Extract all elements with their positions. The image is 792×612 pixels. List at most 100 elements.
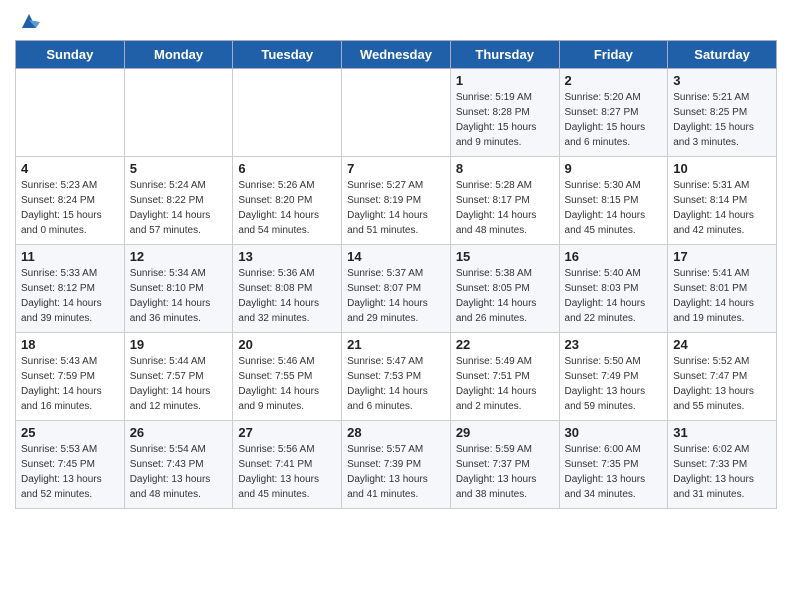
day-info: Sunrise: 5:36 AM Sunset: 8:08 PM Dayligh…: [238, 266, 336, 326]
day-info: Sunrise: 5:19 AM Sunset: 8:28 PM Dayligh…: [456, 90, 554, 150]
day-number: 20: [238, 337, 336, 352]
day-info: Sunrise: 5:59 AM Sunset: 7:37 PM Dayligh…: [456, 442, 554, 502]
day-info: Sunrise: 5:38 AM Sunset: 8:05 PM Dayligh…: [456, 266, 554, 326]
day-number: 29: [456, 425, 554, 440]
logo: [15, 10, 40, 32]
calendar-cell: [233, 69, 342, 157]
day-number: 4: [21, 161, 119, 176]
day-info: Sunrise: 5:31 AM Sunset: 8:14 PM Dayligh…: [673, 178, 771, 238]
calendar-cell: 1 Sunrise: 5:19 AM Sunset: 8:28 PM Daylig…: [450, 69, 559, 157]
calendar-week-row: 11 Sunrise: 5:33 AM Sunset: 8:12 PM Dayli…: [16, 245, 777, 333]
day-number: 16: [565, 249, 663, 264]
calendar-header-saturday: Saturday: [668, 41, 777, 69]
calendar-header-friday: Friday: [559, 41, 668, 69]
day-number: 23: [565, 337, 663, 352]
day-number: 28: [347, 425, 445, 440]
calendar-cell: 5 Sunrise: 5:24 AM Sunset: 8:22 PM Daylig…: [124, 157, 233, 245]
calendar-cell: 25Sunrise: 5:53 AM Sunset: 7:45 PM Dayli…: [16, 421, 125, 509]
day-info: Sunrise: 5:20 AM Sunset: 8:27 PM Dayligh…: [565, 90, 663, 150]
day-info: Sunrise: 5:40 AM Sunset: 8:03 PM Dayligh…: [565, 266, 663, 326]
day-info: Sunrise: 5:28 AM Sunset: 8:17 PM Dayligh…: [456, 178, 554, 238]
calendar-week-row: 25Sunrise: 5:53 AM Sunset: 7:45 PM Dayli…: [16, 421, 777, 509]
day-number: 11: [21, 249, 119, 264]
day-number: 26: [130, 425, 228, 440]
day-info: Sunrise: 5:30 AM Sunset: 8:15 PM Dayligh…: [565, 178, 663, 238]
calendar-table: SundayMondayTuesdayWednesdayThursdayFrid…: [15, 40, 777, 509]
day-number: 25: [21, 425, 119, 440]
calendar-header-row: SundayMondayTuesdayWednesdayThursdayFrid…: [16, 41, 777, 69]
day-number: 10: [673, 161, 771, 176]
day-info: Sunrise: 5:23 AM Sunset: 8:24 PM Dayligh…: [21, 178, 119, 238]
day-info: Sunrise: 5:33 AM Sunset: 8:12 PM Dayligh…: [21, 266, 119, 326]
calendar-cell: 17Sunrise: 5:41 AM Sunset: 8:01 PM Dayli…: [668, 245, 777, 333]
day-number: 17: [673, 249, 771, 264]
calendar-cell: 23Sunrise: 5:50 AM Sunset: 7:49 PM Dayli…: [559, 333, 668, 421]
day-info: Sunrise: 5:44 AM Sunset: 7:57 PM Dayligh…: [130, 354, 228, 414]
calendar-week-row: 1 Sunrise: 5:19 AM Sunset: 8:28 PM Daylig…: [16, 69, 777, 157]
calendar-cell: [16, 69, 125, 157]
calendar-cell: 19 Sunrise: 5:44 AM Sunset: 7:57 PM Dayli…: [124, 333, 233, 421]
page-container: SundayMondayTuesdayWednesdayThursdayFrid…: [0, 0, 792, 519]
day-info: Sunrise: 5:37 AM Sunset: 8:07 PM Dayligh…: [347, 266, 445, 326]
calendar-header-sunday: Sunday: [16, 41, 125, 69]
calendar-cell: 15 Sunrise: 5:38 AM Sunset: 8:05 PM Dayli…: [450, 245, 559, 333]
day-number: 18: [21, 337, 119, 352]
calendar-cell: 14 Sunrise: 5:37 AM Sunset: 8:07 PM Dayli…: [342, 245, 451, 333]
calendar-cell: 4 Sunrise: 5:23 AM Sunset: 8:24 PM Daylig…: [16, 157, 125, 245]
calendar-cell: 29 Sunrise: 5:59 AM Sunset: 7:37 PM Dayli…: [450, 421, 559, 509]
day-number: 5: [130, 161, 228, 176]
calendar-week-row: 18Sunrise: 5:43 AM Sunset: 7:59 PM Dayli…: [16, 333, 777, 421]
day-number: 6: [238, 161, 336, 176]
calendar-header-thursday: Thursday: [450, 41, 559, 69]
day-number: 19: [130, 337, 228, 352]
logo-icon: [18, 10, 40, 32]
day-number: 8: [456, 161, 554, 176]
day-info: Sunrise: 5:24 AM Sunset: 8:22 PM Dayligh…: [130, 178, 228, 238]
day-number: 2: [565, 73, 663, 88]
day-info: Sunrise: 5:34 AM Sunset: 8:10 PM Dayligh…: [130, 266, 228, 326]
day-info: Sunrise: 5:47 AM Sunset: 7:53 PM Dayligh…: [347, 354, 445, 414]
day-info: Sunrise: 6:02 AM Sunset: 7:33 PM Dayligh…: [673, 442, 771, 502]
calendar-cell: 21 Sunrise: 5:47 AM Sunset: 7:53 PM Dayli…: [342, 333, 451, 421]
calendar-cell: 20 Sunrise: 5:46 AM Sunset: 7:55 PM Dayli…: [233, 333, 342, 421]
calendar-week-row: 4 Sunrise: 5:23 AM Sunset: 8:24 PM Daylig…: [16, 157, 777, 245]
day-number: 1: [456, 73, 554, 88]
calendar-cell: 30Sunrise: 6:00 AM Sunset: 7:35 PM Dayli…: [559, 421, 668, 509]
calendar-cell: 10 Sunrise: 5:31 AM Sunset: 8:14 PM Dayli…: [668, 157, 777, 245]
day-number: 22: [456, 337, 554, 352]
day-info: Sunrise: 5:57 AM Sunset: 7:39 PM Dayligh…: [347, 442, 445, 502]
day-number: 13: [238, 249, 336, 264]
calendar-header-monday: Monday: [124, 41, 233, 69]
day-number: 21: [347, 337, 445, 352]
calendar-cell: 22 Sunrise: 5:49 AM Sunset: 7:51 PM Dayli…: [450, 333, 559, 421]
day-number: 14: [347, 249, 445, 264]
calendar-cell: 3Sunrise: 5:21 AM Sunset: 8:25 PM Daylig…: [668, 69, 777, 157]
day-number: 24: [673, 337, 771, 352]
calendar-header-wednesday: Wednesday: [342, 41, 451, 69]
day-info: Sunrise: 5:49 AM Sunset: 7:51 PM Dayligh…: [456, 354, 554, 414]
calendar-cell: 8 Sunrise: 5:28 AM Sunset: 8:17 PM Daylig…: [450, 157, 559, 245]
calendar-cell: 13 Sunrise: 5:36 AM Sunset: 8:08 PM Dayli…: [233, 245, 342, 333]
calendar-cell: 24Sunrise: 5:52 AM Sunset: 7:47 PM Dayli…: [668, 333, 777, 421]
calendar-cell: 18Sunrise: 5:43 AM Sunset: 7:59 PM Dayli…: [16, 333, 125, 421]
calendar-header-tuesday: Tuesday: [233, 41, 342, 69]
day-number: 31: [673, 425, 771, 440]
calendar-cell: 27Sunrise: 5:56 AM Sunset: 7:41 PM Dayli…: [233, 421, 342, 509]
calendar-cell: 2 Sunrise: 5:20 AM Sunset: 8:27 PM Daylig…: [559, 69, 668, 157]
calendar-cell: [124, 69, 233, 157]
header: [15, 10, 777, 32]
day-info: Sunrise: 6:00 AM Sunset: 7:35 PM Dayligh…: [565, 442, 663, 502]
calendar-cell: 7Sunrise: 5:27 AM Sunset: 8:19 PM Daylig…: [342, 157, 451, 245]
calendar-cell: 12Sunrise: 5:34 AM Sunset: 8:10 PM Dayli…: [124, 245, 233, 333]
day-info: Sunrise: 5:54 AM Sunset: 7:43 PM Dayligh…: [130, 442, 228, 502]
calendar-cell: 26 Sunrise: 5:54 AM Sunset: 7:43 PM Dayli…: [124, 421, 233, 509]
day-number: 7: [347, 161, 445, 176]
calendar-cell: 28 Sunrise: 5:57 AM Sunset: 7:39 PM Dayli…: [342, 421, 451, 509]
day-number: 15: [456, 249, 554, 264]
day-info: Sunrise: 5:56 AM Sunset: 7:41 PM Dayligh…: [238, 442, 336, 502]
calendar-cell: 11 Sunrise: 5:33 AM Sunset: 8:12 PM Dayli…: [16, 245, 125, 333]
day-number: 3: [673, 73, 771, 88]
day-info: Sunrise: 5:46 AM Sunset: 7:55 PM Dayligh…: [238, 354, 336, 414]
calendar-body: 1 Sunrise: 5:19 AM Sunset: 8:28 PM Daylig…: [16, 69, 777, 509]
calendar-cell: 31 Sunrise: 6:02 AM Sunset: 7:33 PM Dayli…: [668, 421, 777, 509]
